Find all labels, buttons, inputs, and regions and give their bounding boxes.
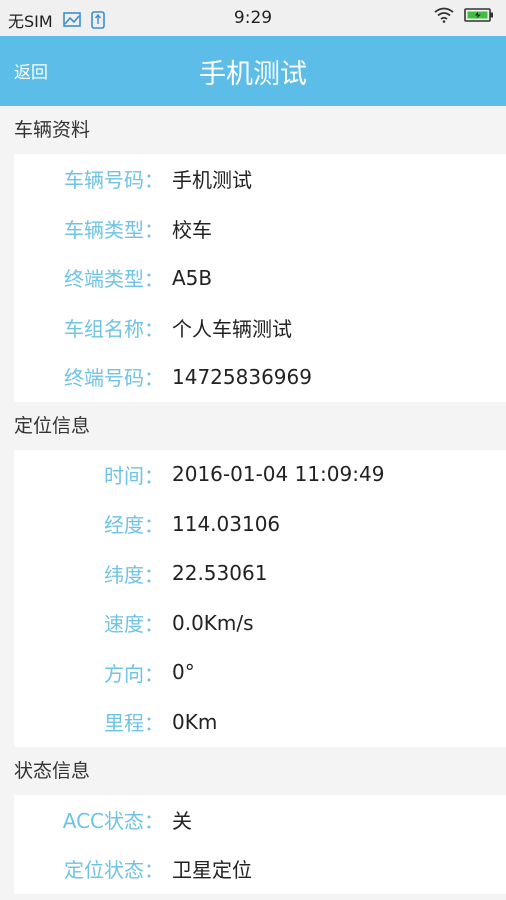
page-title: 手机测试	[199, 59, 307, 90]
section-header-status-info: 状态信息	[0, 746, 506, 795]
info-row-terminal-number: 终端号码： 14725836969	[14, 352, 506, 402]
info-row-group-name: 车组名称： 个人车辆测试	[14, 303, 506, 353]
field-label: 终端号码：	[64, 366, 164, 391]
field-value: 22.53061	[172, 561, 268, 586]
field-value: 114.03106	[172, 511, 281, 536]
field-value: 手机测试	[172, 168, 252, 193]
field-value: 校车	[172, 217, 212, 242]
clock: 9:29	[233, 8, 273, 28]
info-row-latitude: 纬度： 22.53061	[14, 549, 506, 599]
field-value: 0°	[172, 660, 195, 685]
info-row-vehicle-type: 车辆类型： 校车	[14, 204, 506, 254]
field-label: 纬度：	[104, 562, 164, 587]
info-row-time: 时间： 2016-01-04 11:09:49	[14, 450, 506, 500]
info-row-speed: 速度： 0.0Km/s	[14, 598, 506, 648]
field-value: 0Km	[172, 709, 218, 734]
field-value: A5B	[172, 265, 213, 290]
field-label: 速度：	[104, 612, 164, 637]
section-status-info: ACC状态： 关 定位状态： 卫星定位	[14, 794, 506, 894]
field-value: 关	[172, 808, 192, 833]
info-row-terminal-type: 终端类型： A5B	[14, 253, 506, 303]
info-row-direction: 方向： 0°	[14, 648, 506, 698]
section-header-vehicle-info: 车辆资料	[0, 106, 506, 154]
field-label: 里程：	[104, 711, 164, 736]
field-value: 个人车辆测试	[172, 316, 292, 341]
field-value: 0.0Km/s	[172, 610, 254, 635]
field-label: ACC状态：	[62, 808, 164, 833]
field-value: 14725836969	[172, 364, 312, 389]
info-row-mileage: 里程： 0Km	[14, 697, 506, 747]
info-row-longitude: 经度： 114.03106	[14, 499, 506, 549]
field-label: 终端类型：	[64, 267, 164, 292]
field-label: 车组名称：	[64, 316, 164, 341]
field-label: 定位状态：	[64, 858, 164, 883]
field-label: 经度：	[104, 513, 164, 538]
wifi-icon	[434, 7, 454, 23]
section-header-location-info: 定位信息	[0, 401, 506, 450]
field-label: 方向：	[104, 661, 164, 686]
info-row-acc-status: ACC状态： 关	[14, 795, 506, 845]
section-location-info: 时间： 2016-01-04 11:09:49 经度： 114.03106 纬度…	[14, 449, 506, 747]
detail-content: 车辆资料 车辆号码： 手机测试 车辆类型： 校车 终端类型： A5B 车组名称：…	[0, 106, 506, 894]
field-label: 车辆号码：	[64, 168, 164, 193]
field-label: 时间：	[104, 463, 164, 488]
info-row-vehicle-number: 车辆号码： 手机测试	[14, 154, 506, 204]
field-label: 车辆类型：	[64, 217, 164, 242]
field-value: 卫星定位	[172, 858, 252, 883]
battery-icon	[464, 7, 494, 23]
field-value: 2016-01-04 11:09:49	[172, 462, 385, 487]
title-bar: 返回 手机测试	[0, 36, 506, 106]
info-row-positioning-status: 定位状态： 卫星定位	[14, 844, 506, 894]
status-bar: 无SIM 9:29	[0, 0, 506, 36]
section-vehicle-info: 车辆号码： 手机测试 车辆类型： 校车 终端类型： A5B 车组名称： 个人车辆…	[14, 154, 506, 402]
